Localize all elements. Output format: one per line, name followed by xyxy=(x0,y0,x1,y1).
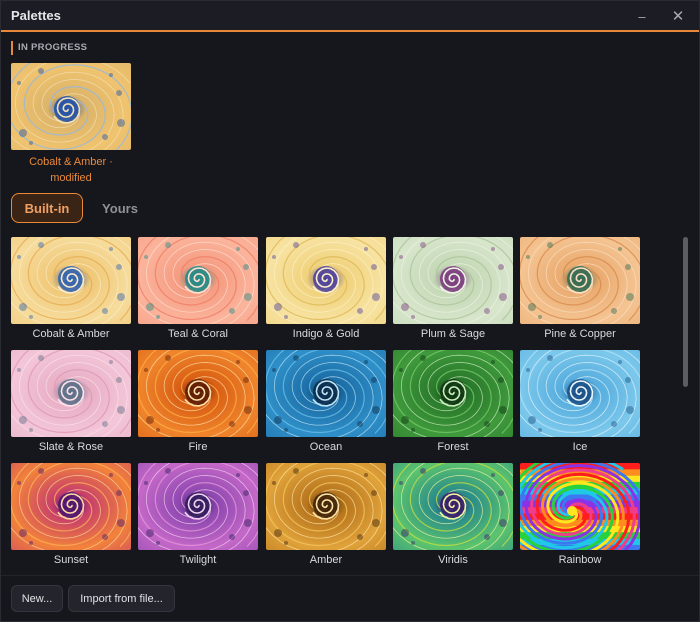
palette-thumbnail xyxy=(138,237,258,324)
palette-thumbnail xyxy=(11,237,131,324)
palette-name: Amber xyxy=(309,554,343,566)
palette-name: Cobalt & Amber xyxy=(32,328,110,340)
palette-name: Ice xyxy=(572,441,588,453)
palette-tile[interactable]: Rainbow xyxy=(520,463,640,566)
palette-thumbnail xyxy=(393,463,513,550)
tab-yours[interactable]: Yours xyxy=(93,193,147,223)
palette-thumbnail xyxy=(11,350,131,437)
palette-name: Pine & Copper xyxy=(544,328,616,340)
palette-tile[interactable]: Fire xyxy=(138,350,258,453)
palette-name: Viridis xyxy=(438,554,468,566)
palette-tile[interactable]: Sunset xyxy=(11,463,131,566)
tab-built-in[interactable]: Built-in xyxy=(11,193,83,223)
palette-tile[interactable]: Twilight xyxy=(138,463,258,566)
palette-tile[interactable]: Plum & Sage xyxy=(393,237,513,340)
palette-name: Teal & Coral xyxy=(168,328,228,340)
palette-thumbnail xyxy=(266,463,386,550)
palette-name: Plum & Sage xyxy=(420,328,486,340)
palette-name: Slate & Rose xyxy=(38,441,104,453)
new-palette-button[interactable]: New... xyxy=(11,585,63,612)
title-bar: Palettes – ✕ xyxy=(1,1,699,32)
minimize-icon[interactable]: – xyxy=(631,5,653,27)
palette-tile[interactable]: Slate & Rose xyxy=(11,350,131,453)
palette-name: Indigo & Gold xyxy=(292,328,360,340)
palette-tile[interactable]: Ice xyxy=(520,350,640,453)
palette-name: Rainbow xyxy=(558,554,602,566)
palette-thumbnail xyxy=(266,237,386,324)
palette-tile[interactable]: Ocean xyxy=(266,350,386,453)
palette-tile[interactable]: Teal & Coral xyxy=(138,237,258,340)
grid-scrollbar[interactable] xyxy=(683,237,688,387)
in-progress-thumbnail[interactable] xyxy=(11,63,131,150)
footer-divider xyxy=(1,575,699,576)
in-progress-caption: Cobalt & Amber · modified xyxy=(29,156,113,184)
palette-tile[interactable]: Amber xyxy=(266,463,386,566)
palette-thumbnail xyxy=(138,463,258,550)
palette-thumbnail xyxy=(138,350,258,437)
palette-tile[interactable]: Forest xyxy=(393,350,513,453)
palette-name: Sunset xyxy=(53,554,89,566)
palette-name: Forest xyxy=(437,441,469,453)
palette-name: Fire xyxy=(188,441,208,453)
palette-tile[interactable]: Indigo & Gold xyxy=(266,237,386,340)
import-from-file-button[interactable]: Import from file... xyxy=(68,585,175,612)
palette-thumbnail xyxy=(520,350,640,437)
palette-thumbnail xyxy=(11,463,131,550)
palette-thumbnail xyxy=(266,350,386,437)
palette-name: Ocean xyxy=(309,441,343,453)
palette-thumbnail xyxy=(393,350,513,437)
close-icon[interactable]: ✕ xyxy=(667,5,689,27)
palette-thumbnail xyxy=(520,237,640,324)
palette-tile[interactable]: Pine & Copper xyxy=(520,237,640,340)
palette-tile[interactable]: Cobalt & Amber xyxy=(11,237,131,340)
palette-name: Twilight xyxy=(179,554,217,566)
window-title: Palettes xyxy=(11,8,61,23)
palettes-window: Palettes – ✕ IN PROGRESS Cobalt & Amber … xyxy=(0,0,700,622)
palette-grid: Cobalt & Amber Teal & Coral Indigo & Gold P… xyxy=(1,233,681,573)
palette-tile[interactable]: Viridis xyxy=(393,463,513,566)
in-progress-label: IN PROGRESS xyxy=(11,41,87,55)
palette-thumbnail xyxy=(393,237,513,324)
palette-thumbnail xyxy=(520,463,640,550)
